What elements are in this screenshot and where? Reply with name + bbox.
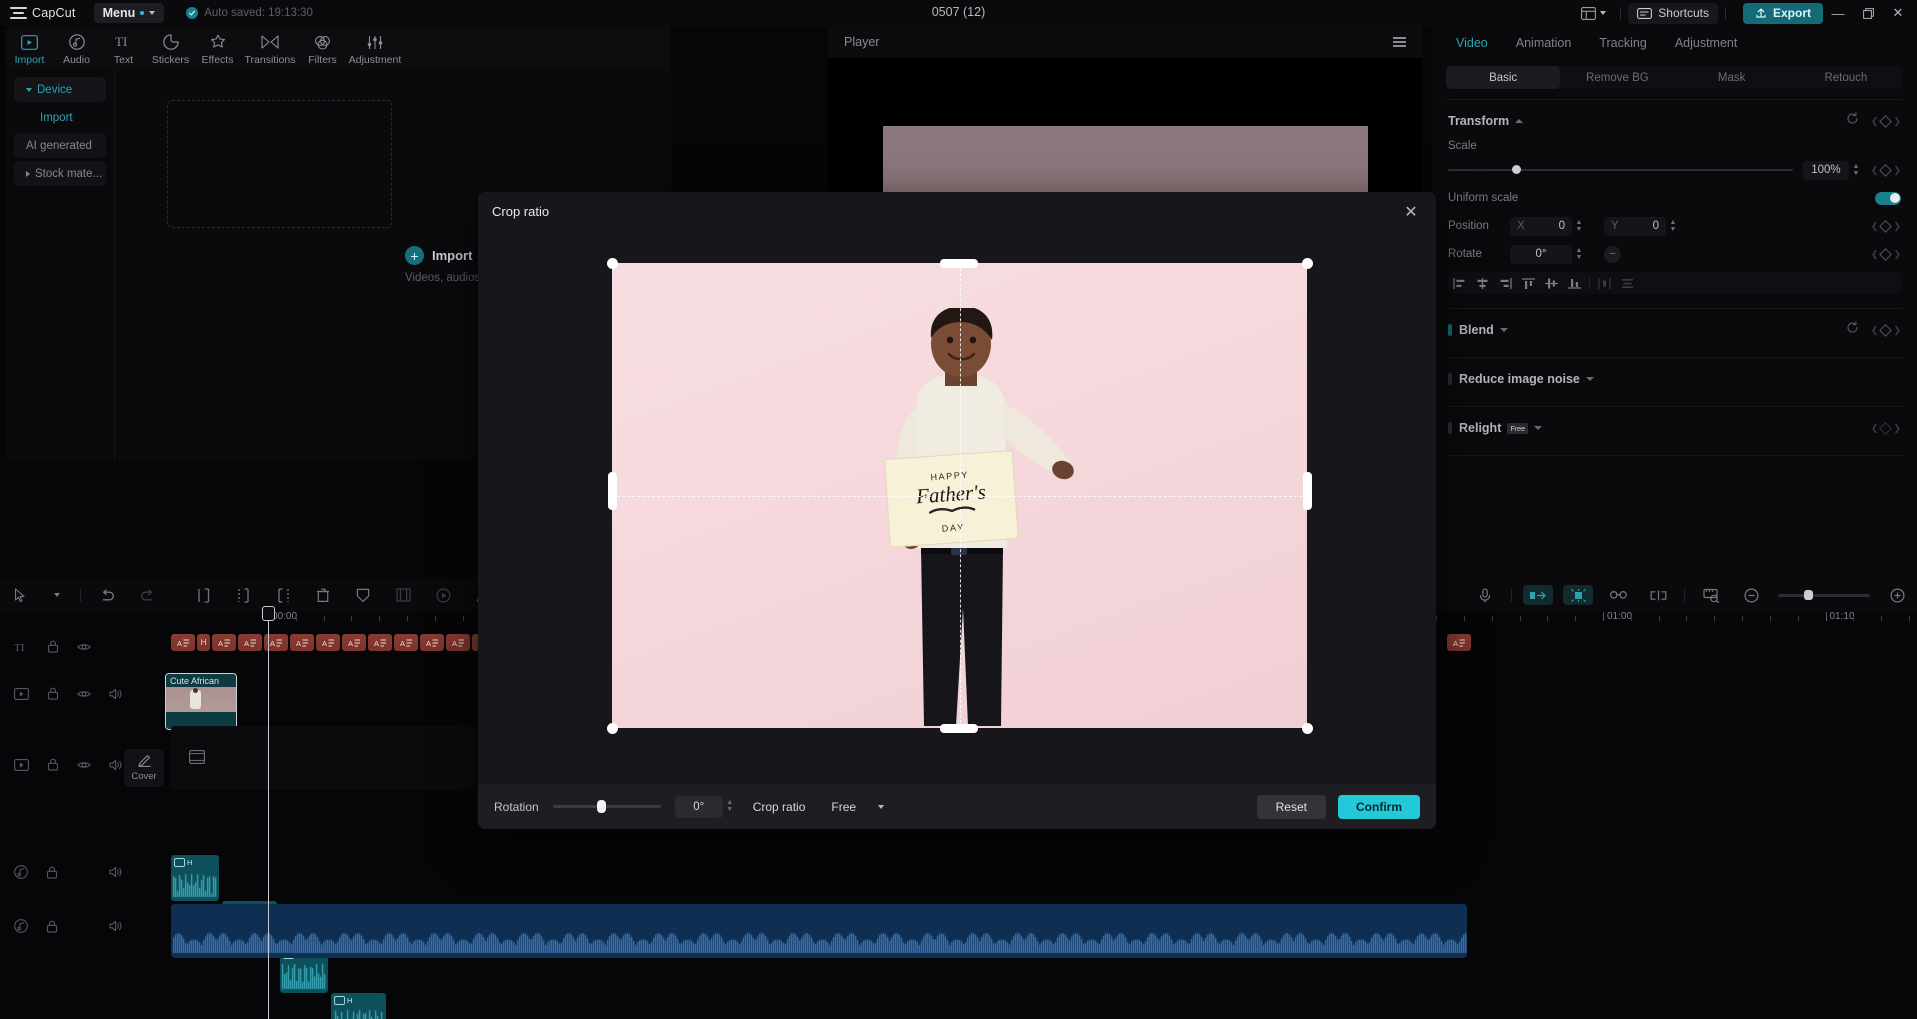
rotation-value[interactable]: 0°: [674, 795, 723, 818]
crop-handle-top[interactable]: [940, 259, 978, 268]
crop-guide-horizontal: [612, 495, 1307, 497]
rotation-stepper[interactable]: ▲ ▼: [723, 799, 737, 813]
confirm-button[interactable]: Confirm: [1338, 794, 1420, 819]
crop-ratio-dropdown[interactable]: Free: [831, 799, 885, 814]
crop-handle-left[interactable]: [608, 472, 617, 510]
capcut-window: CapCut Menu Auto saved: 19:13:30 0507 (1…: [0, 0, 1917, 1019]
dialog-footer: Rotation 0° ▲ ▼ Crop ratio Free Reset Con…: [478, 784, 1436, 829]
crop-handle-bottom-left[interactable]: [607, 723, 618, 734]
crop-ratio-label: Crop ratio: [752, 799, 806, 814]
dialog-header: Crop ratio ✕: [478, 192, 1436, 231]
crop-ratio-dialog: Crop ratio ✕ HAPPY Father's DAY Rotation…: [478, 192, 1436, 829]
crop-handle-top-right[interactable]: [1302, 258, 1313, 269]
close-icon[interactable]: ✕: [1400, 201, 1422, 223]
crop-handle-bottom[interactable]: [940, 724, 978, 733]
dialog-title: Crop ratio: [492, 204, 550, 219]
chevron-down-icon: [878, 804, 885, 809]
crop-handle-bottom-right[interactable]: [1302, 723, 1313, 734]
rotation-slider-knob[interactable]: [596, 800, 606, 813]
crop-preview[interactable]: HAPPY Father's DAY: [612, 263, 1307, 728]
crop-ratio-value: Free: [831, 799, 857, 814]
reset-button[interactable]: Reset: [1256, 794, 1326, 819]
svg-text:Father's: Father's: [914, 480, 986, 509]
crop-handle-top-left[interactable]: [607, 258, 618, 269]
rotation-slider[interactable]: [552, 800, 661, 813]
dialog-body: HAPPY Father's DAY: [478, 231, 1436, 784]
svg-text:DAY: DAY: [941, 522, 965, 534]
rotation-label: Rotation: [494, 799, 539, 814]
crop-handle-right[interactable]: [1303, 472, 1312, 510]
